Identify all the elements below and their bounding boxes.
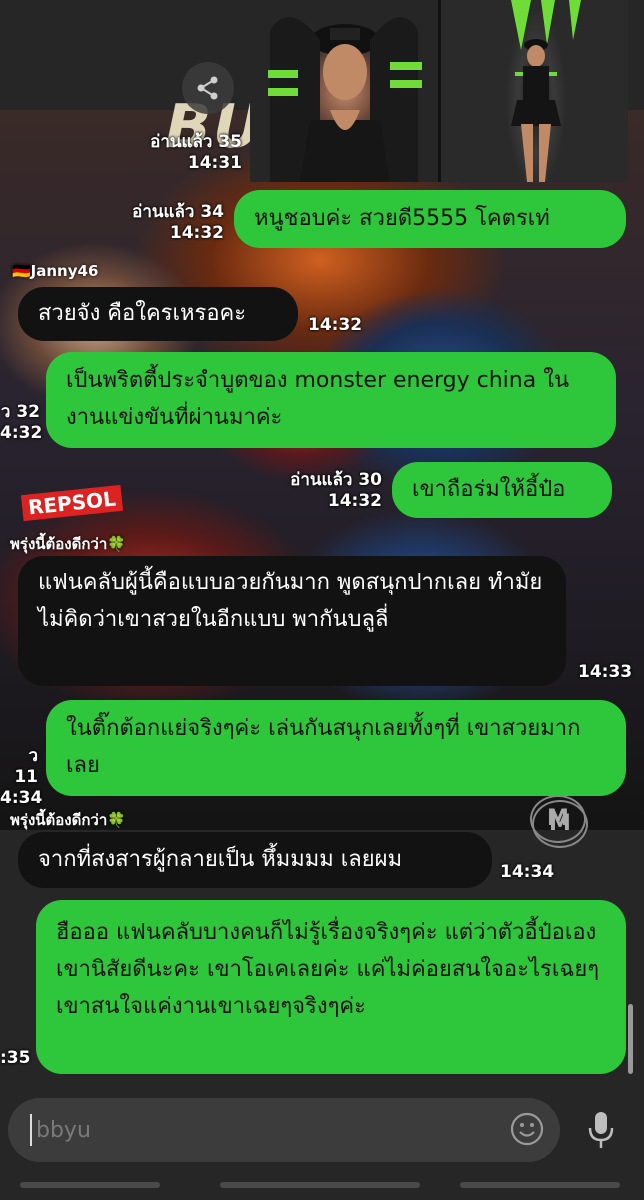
message-meta: ว 11 4:34 <box>0 746 43 809</box>
message-bubble-incoming[interactable]: สวยจัง คือใครเหรอคะ <box>18 287 298 341</box>
message-time: 14:34 <box>500 862 555 882</box>
message-bubble-outgoing[interactable]: ฮือออ แฟนคลับบางคนก็ไม่รู้เรื่องจริงๆค่ะ… <box>36 900 626 1074</box>
microphone-icon <box>588 1112 614 1148</box>
photo-2-illustration <box>511 0 581 182</box>
share-button[interactable] <box>182 62 234 114</box>
read-receipt: อ่านแล้ว 34 <box>132 202 224 222</box>
message-meta: อ่านแล้ว 35 14:31 <box>130 132 242 174</box>
sender-name: พรุ่งนี้ต้องดีกว่า🍀 <box>10 535 126 553</box>
message-bubble-outgoing[interactable]: หนูชอบค่ะ สวยดี5555 โคตรเท่ <box>234 190 626 248</box>
read-receipt: ว 32 <box>0 402 40 422</box>
share-icon <box>197 76 218 100</box>
message-bubble-outgoing[interactable]: ในติ๊กต้อกแย่จริงๆค่ะ เล่นกันสนุกเลยทั้ง… <box>46 700 626 796</box>
image-photo-1[interactable] <box>250 0 438 183</box>
photo-1-illustration <box>268 17 422 183</box>
message-time: 14:33 <box>578 662 633 682</box>
sender-name: 🇩🇪Janny46 <box>12 262 99 280</box>
read-receipt: อ่านแล้ว 30 <box>290 470 382 490</box>
message-time: 4:32 <box>0 423 43 443</box>
message-time: 14:32 <box>327 491 382 511</box>
read-receipt: ว 11 <box>14 746 38 787</box>
sender-name: พรุ่งนี้ต้องดีกว่า🍀 <box>10 811 126 829</box>
scrollbar[interactable] <box>628 1004 633 1074</box>
emoji-button[interactable] <box>510 1112 544 1146</box>
message-bubble-outgoing[interactable]: เขาถือร่มให้อี้ป๋อ <box>392 462 612 518</box>
nav-bar-back[interactable] <box>20 1182 160 1188</box>
emoji-icon <box>510 1112 544 1146</box>
nav-bar-home[interactable] <box>220 1182 420 1188</box>
message-input-bar[interactable] <box>8 1098 560 1162</box>
message-time: 14:32 <box>169 223 224 243</box>
message-input[interactable] <box>30 1114 496 1146</box>
message-meta: ว 32 4:32 <box>0 402 43 444</box>
poster-logo: M <box>532 800 588 848</box>
message-bubble-outgoing[interactable]: เป็นพริตตี้ประจำบูตของ monster energy ch… <box>46 352 616 448</box>
microphone-button[interactable] <box>586 1110 616 1150</box>
nav-bar-recents[interactable] <box>460 1182 620 1188</box>
image-photo-2[interactable] <box>441 0 628 182</box>
message-bubble-incoming[interactable]: แฟนคลับผู้นี้คือแบบอวยกันมาก พูดสนุกปากเ… <box>18 556 566 686</box>
message-meta: อ่านแล้ว 34 14:32 <box>112 202 224 244</box>
message-time: 14:32 <box>308 315 363 335</box>
message-meta: อ่านแล้ว 30 14:32 <box>270 470 382 512</box>
message-time: :35 <box>0 1048 31 1068</box>
read-receipt: อ่านแล้ว 35 <box>150 132 242 152</box>
message-time: 14:31 <box>187 153 242 173</box>
message-time: 4:34 <box>0 788 43 808</box>
message-bubble-incoming[interactable]: จากที่สงสารผู้กลายเป็น หึ้มมมม เลยผม <box>18 832 492 888</box>
